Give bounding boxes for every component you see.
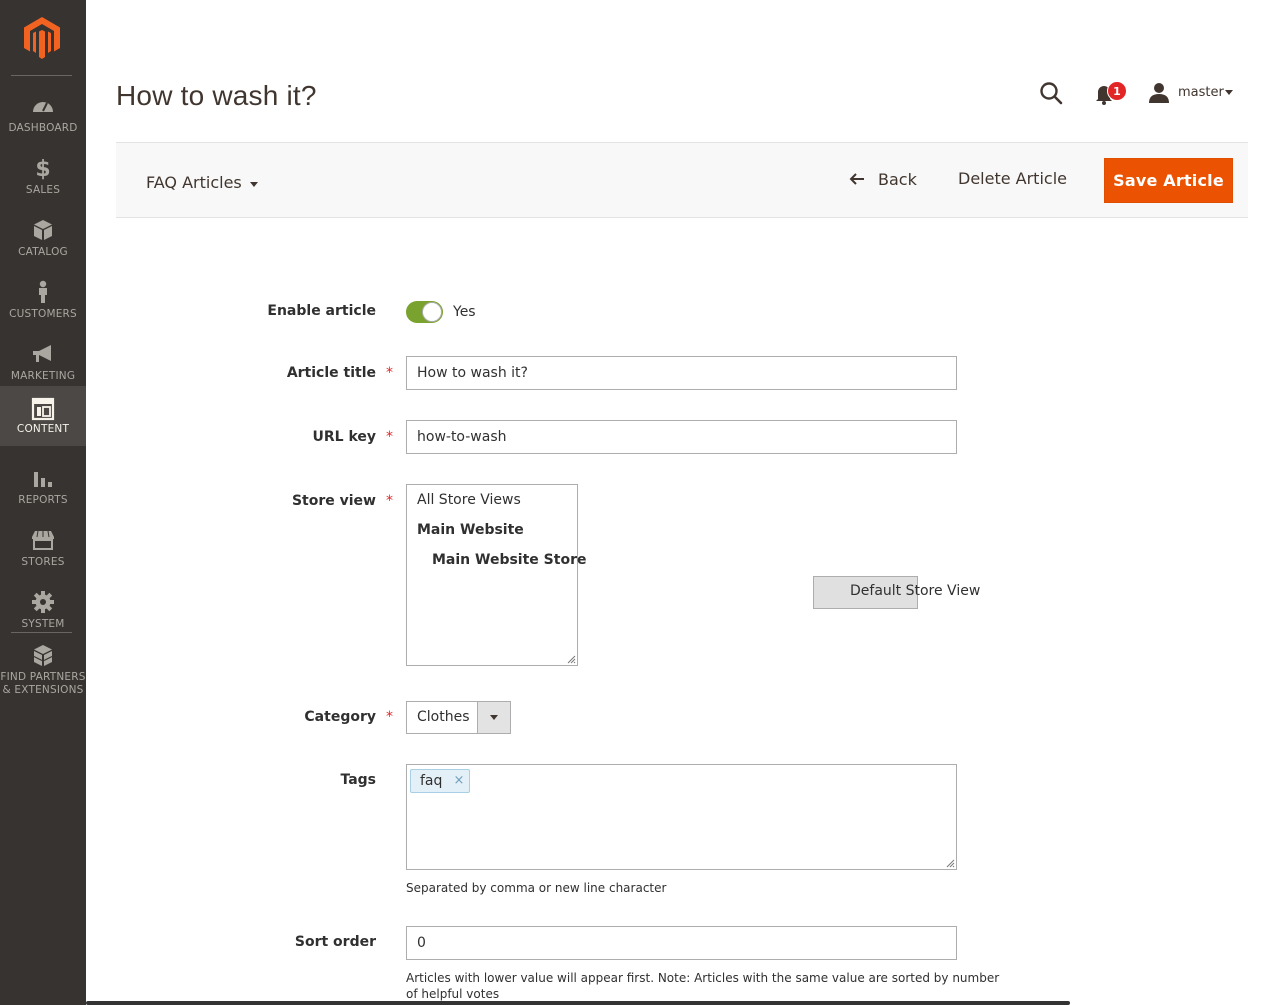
dollar-icon: $ [35, 157, 50, 180]
sidebar-item-label: CATALOG [18, 246, 68, 258]
article-title-label: Article title [286, 365, 376, 381]
horizontal-scrollbar[interactable] [86, 1001, 1070, 1005]
notification-count-badge[interactable]: 1 [1107, 81, 1127, 101]
back-button-label: Back [878, 170, 917, 189]
sort-order-note-line: Articles with lower value will appear fi… [406, 971, 1000, 985]
sidebar-item-label: SYSTEM [21, 618, 65, 630]
sidebar-item-label: CUSTOMERS [9, 308, 77, 320]
resize-handle-icon[interactable] [946, 859, 955, 868]
tags-input[interactable]: faq × [406, 764, 957, 870]
store-switcher[interactable]: FAQ Articles [146, 173, 242, 192]
store-view-option-selected[interactable]: Default Store View [813, 576, 980, 609]
sidebar-item-label-line: FIND PARTNERS [0, 671, 86, 683]
page-actions-bar: FAQ Articles Back Delete Article Save Ar… [116, 142, 1248, 218]
sidebar-item-sales[interactable]: $ SALES [0, 148, 86, 210]
delete-article-button[interactable]: Delete Article [958, 169, 1067, 188]
sidebar-item-label: MARKETING [10, 370, 76, 382]
sort-order-input[interactable]: 0 [406, 926, 957, 960]
sort-order-note: Articles with lower value will appear fi… [406, 970, 999, 1002]
category-label: Category [304, 709, 376, 725]
username-label: master [1178, 85, 1224, 100]
enable-article-value: Yes [453, 304, 476, 320]
user-icon [1149, 83, 1169, 103]
toggle-knob [422, 302, 442, 322]
required-asterisk: * [386, 365, 393, 381]
chevron-down-icon [490, 715, 498, 720]
save-article-button[interactable]: Save Article [1104, 158, 1233, 203]
store-view-option[interactable]: All Store Views [407, 486, 577, 514]
store-view-option[interactable]: Main Website Store [407, 546, 586, 574]
sidebar-item-stores[interactable]: STORES [0, 520, 86, 582]
sidebar-divider [11, 75, 72, 76]
sidebar-item-customers[interactable]: CUSTOMERS [0, 272, 86, 334]
sidebar-item-label: DASHBOARD [8, 122, 78, 134]
boxes-icon [33, 645, 53, 666]
category-select[interactable]: Clothes [406, 701, 511, 734]
remove-tag-icon[interactable]: × [454, 770, 465, 792]
sidebar-item-label: STORES [21, 556, 65, 568]
magento-logo-icon[interactable] [21, 15, 63, 59]
sort-order-label: Sort order [294, 934, 376, 950]
enable-article-toggle[interactable] [406, 301, 443, 323]
sidebar-item-dashboard[interactable]: DASHBOARD [0, 86, 86, 148]
store-view-multiselect[interactable]: All Store Views Main Website Main Websit… [406, 484, 980, 666]
admin-sidebar: DASHBOARD $ SALES CATALOG CUSTOMERS MARK… [0, 0, 86, 1005]
layout-icon [31, 397, 55, 421]
sidebar-item-label: SALES [25, 184, 61, 196]
category-selected-value: Clothes [417, 709, 470, 725]
svg-text:$: $ [35, 157, 50, 180]
required-asterisk: * [386, 709, 393, 725]
sidebar-item-label: REPORTS [18, 494, 68, 506]
tag-chip-label: faq [420, 773, 443, 789]
sidebar-item-label: FIND PARTNERS & EXTENSIONS [0, 671, 86, 697]
person-icon [39, 280, 47, 303]
enable-article-label: Enable article [267, 303, 376, 319]
article-title-input[interactable]: How to wash it? [406, 356, 957, 390]
cube-icon [34, 220, 52, 240]
store-view-label: Store view [291, 493, 376, 509]
tag-chip: faq × [410, 769, 471, 793]
tags-label: Tags [340, 772, 376, 788]
select-toggle [477, 702, 510, 733]
chevron-down-icon[interactable] [250, 182, 258, 187]
store-switcher-label: FAQ Articles [146, 173, 242, 192]
sidebar-item-reports[interactable]: REPORTS [0, 458, 86, 520]
required-asterisk: * [386, 493, 393, 509]
sidebar-item-content[interactable]: CONTENT [0, 386, 86, 446]
search-icon[interactable] [1038, 80, 1064, 106]
required-asterisk: * [386, 429, 393, 445]
sort-order-note-line: of helpful votes [406, 987, 500, 1001]
url-key-input[interactable]: how-to-wash [406, 420, 957, 454]
resize-handle-icon[interactable] [567, 655, 576, 664]
bar-chart-icon [34, 472, 52, 487]
sidebar-item-catalog[interactable]: CATALOG [0, 210, 86, 272]
gear-icon [32, 591, 54, 613]
sidebar-item-label: CONTENT [16, 423, 70, 435]
sidebar-divider [11, 632, 72, 633]
megaphone-icon [33, 345, 51, 362]
sidebar-item-label-line: & EXTENSIONS [2, 684, 84, 696]
sidebar-item-system[interactable]: SYSTEM [0, 582, 86, 644]
dashboard-icon [33, 102, 53, 112]
chevron-down-icon [1225, 90, 1233, 95]
sidebar-item-find-partners[interactable]: FIND PARTNERS & EXTENSIONS [0, 644, 86, 702]
storefront-icon [32, 530, 54, 550]
store-view-option[interactable]: Main Website [407, 516, 577, 544]
tags-note: Separated by comma or new line character [406, 881, 667, 895]
url-key-label: URL key [312, 429, 377, 445]
arrow-left-icon [849, 173, 864, 185]
page-title: How to wash it? [116, 80, 317, 111]
